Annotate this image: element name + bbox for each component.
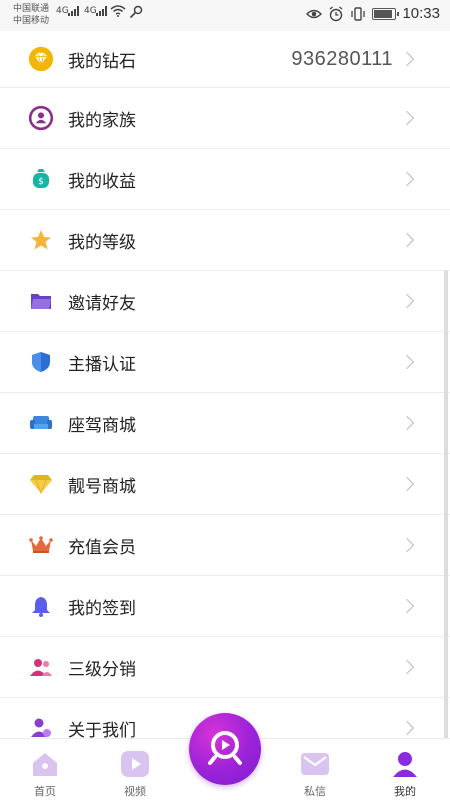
svg-text:$: $ [38, 177, 44, 187]
diamond-balance: 936280111 [291, 47, 393, 70]
carrier-primary: 中国联通 [13, 4, 50, 14]
scrollbar[interactable] [444, 270, 448, 740]
tab-video[interactable]: 视频 [100, 739, 170, 800]
shield-icon [28, 349, 54, 375]
menu-item-membership[interactable]: 充值会员 [0, 515, 450, 576]
chevron-right-icon [399, 51, 415, 67]
folder-icon [28, 288, 54, 314]
menu-item-label: 靓号商城 [68, 476, 136, 497]
family-icon [28, 105, 54, 131]
menu-item-label: 座驾商城 [68, 415, 136, 436]
tab-messages[interactable]: 私信 [280, 739, 350, 800]
chevron-right-icon [399, 293, 415, 309]
profile-icon [390, 749, 420, 779]
gem-icon [28, 471, 54, 497]
alarm-icon [328, 5, 344, 22]
status-bar: 中国联通 中国移动 4G 4G 10:33 [0, 0, 450, 31]
menu-item-earnings[interactable]: $ 我的收益 [0, 149, 450, 210]
menu-item-label: 我的钻石 [68, 51, 136, 72]
sofa-icon [28, 410, 54, 436]
tab-profile[interactable]: 我的 [370, 739, 440, 800]
clock: 10:33 [402, 5, 440, 22]
tab-label: 视频 [124, 785, 146, 798]
home-icon [30, 749, 60, 779]
network-type-2: 4G [84, 6, 97, 16]
menu-item-label: 我的等级 [68, 232, 136, 253]
go-live-button[interactable] [189, 713, 261, 785]
menu-item-label: 我的收益 [68, 171, 136, 192]
key-icon [129, 5, 143, 22]
chevron-right-icon [399, 232, 415, 248]
signal-icon-2 [96, 6, 108, 19]
wifi-icon [110, 5, 126, 20]
diamond-icon [28, 46, 54, 72]
tab-label: 首页 [34, 785, 56, 798]
chevron-right-icon [399, 415, 415, 431]
crown-icon [28, 532, 54, 558]
mail-icon [300, 749, 330, 779]
menu-item-check-in[interactable]: 我的签到 [0, 576, 450, 637]
profile-menu-list: 我的钻石 936280111 我的家族 $ 我的收益 我的等级 邀请好友 主播认… [0, 31, 450, 759]
chevron-right-icon [399, 720, 415, 736]
vibrate-icon [350, 6, 366, 22]
menu-item-verification[interactable]: 主播认证 [0, 332, 450, 393]
money-bag-icon: $ [28, 166, 54, 192]
menu-item-car-store[interactable]: 座驾商城 [0, 393, 450, 454]
menu-item-label: 我的家族 [68, 110, 136, 131]
menu-item-distribution[interactable]: 三级分销 [0, 637, 450, 698]
tab-label: 私信 [304, 785, 326, 798]
bell-icon [28, 593, 54, 619]
menu-item-family[interactable]: 我的家族 [0, 88, 450, 149]
battery-icon [372, 7, 400, 20]
menu-item-label: 充值会员 [68, 537, 136, 558]
menu-item-label: 三级分销 [68, 659, 136, 680]
carrier-info: 中国联通 中国移动 [13, 3, 49, 27]
menu-item-label: 我的签到 [68, 598, 136, 619]
status-right: 10:33 [306, 5, 440, 22]
carrier-secondary: 中国移动 [13, 16, 50, 26]
chevron-right-icon [399, 537, 415, 553]
menu-item-diamonds[interactable]: 我的钻石 936280111 [0, 31, 450, 88]
menu-item-level[interactable]: 我的等级 [0, 210, 450, 271]
menu-item-label: 主播认证 [68, 354, 136, 375]
chevron-right-icon [399, 354, 415, 370]
menu-item-vip-number-store[interactable]: 靓号商城 [0, 454, 450, 515]
menu-item-label: 邀请好友 [68, 293, 136, 314]
network-type-1: 4G [56, 6, 69, 16]
eye-icon [306, 6, 323, 22]
chevron-right-icon [399, 598, 415, 614]
tab-home[interactable]: 首页 [10, 739, 80, 800]
chevron-right-icon [399, 659, 415, 675]
users-icon [28, 654, 54, 680]
menu-item-invite[interactable]: 邀请好友 [0, 271, 450, 332]
menu-item-label: 关于我们 [68, 720, 136, 741]
chevron-right-icon [399, 110, 415, 126]
chevron-right-icon [399, 171, 415, 187]
tab-label: 我的 [394, 785, 416, 798]
signal-icon-1 [68, 6, 80, 19]
video-icon [120, 749, 150, 779]
star-icon [28, 227, 54, 253]
chevron-right-icon [399, 476, 415, 492]
live-camera-icon [203, 725, 247, 773]
